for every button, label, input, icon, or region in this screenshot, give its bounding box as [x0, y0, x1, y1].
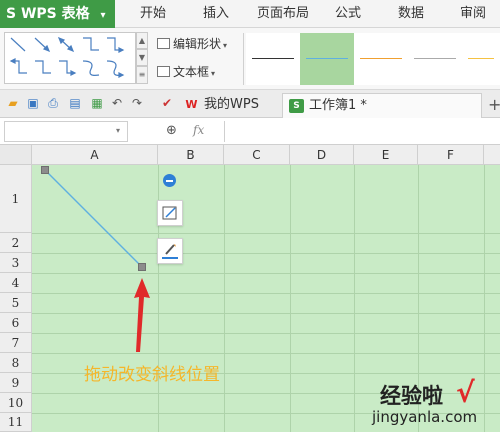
- line-start-handle[interactable]: [41, 166, 49, 174]
- menu-insert[interactable]: 插入: [193, 0, 239, 28]
- gridline: [32, 353, 500, 354]
- menu-page-layout[interactable]: 页面布局: [248, 0, 318, 28]
- export-icon[interactable]: ▦: [90, 96, 104, 110]
- collapse-icon[interactable]: [163, 174, 176, 187]
- tab-workbook[interactable]: S 工作簿1 *: [282, 93, 482, 118]
- wps-logo-icon: W: [185, 98, 198, 111]
- app-name: WPS 表格: [20, 6, 90, 22]
- line-style-blue-selected[interactable]: [300, 33, 354, 85]
- row-header-3[interactable]: 3: [0, 253, 32, 273]
- select-all-corner[interactable]: [0, 145, 32, 165]
- gridline: [290, 165, 291, 432]
- column-header-c[interactable]: C: [224, 145, 290, 165]
- app-menu-button[interactable]: S WPS 表格 ▾: [0, 0, 115, 28]
- chevron-down-icon[interactable]: ▾: [116, 126, 120, 135]
- edit-shape-icon: [157, 38, 170, 49]
- menu-formulas[interactable]: 公式: [325, 0, 371, 28]
- new-tab-button[interactable]: +: [488, 95, 500, 114]
- tab-my-wps[interactable]: W 我的WPS: [178, 93, 278, 118]
- annotation-text: 拖动改变斜线位置: [84, 365, 220, 385]
- text-box-icon: [157, 66, 170, 77]
- gridline: [32, 313, 500, 314]
- column-header-f[interactable]: F: [418, 145, 484, 165]
- shape-style-icon: [162, 206, 177, 220]
- column-header-g[interactable]: [484, 145, 500, 165]
- gridline: [224, 165, 225, 432]
- line-end-handle[interactable]: [138, 263, 146, 271]
- line-shape-gallery[interactable]: [4, 32, 136, 84]
- gridline: [354, 165, 355, 432]
- fx-icon[interactable]: fx: [193, 123, 204, 137]
- line-style-black[interactable]: [246, 33, 300, 85]
- gridline: [32, 233, 500, 234]
- sheet-logo-icon: S: [6, 6, 17, 22]
- row-header-6[interactable]: 6: [0, 313, 32, 333]
- line-shapes-icon: [9, 36, 125, 78]
- open-folder-icon[interactable]: ▰: [6, 96, 20, 110]
- print-preview-icon[interactable]: ▤: [68, 96, 82, 110]
- undo-icon[interactable]: ↶: [110, 96, 124, 110]
- row-header-9[interactable]: 9: [0, 373, 32, 393]
- menu-home[interactable]: 开始: [130, 0, 176, 28]
- gridline: [32, 253, 500, 254]
- edit-shape-button[interactable]: 编辑形状 ▾: [157, 34, 227, 54]
- sheet-file-icon: S: [289, 99, 304, 113]
- line-style-orange[interactable]: [354, 33, 408, 85]
- column-header-d[interactable]: D: [290, 145, 354, 165]
- chevron-down-icon: ▾: [211, 69, 216, 78]
- row-header-5[interactable]: 5: [0, 293, 32, 313]
- line-style-yellow[interactable]: [462, 33, 500, 85]
- checkmark-icon: √: [456, 376, 475, 409]
- column-header-b[interactable]: B: [158, 145, 224, 165]
- chevron-down-icon: ▾: [223, 41, 228, 50]
- save-icon[interactable]: ▣: [26, 96, 40, 110]
- column-header-e[interactable]: E: [354, 145, 418, 165]
- shape-style-button[interactable]: [157, 200, 183, 226]
- row-header-1[interactable]: 1: [0, 165, 32, 233]
- print-icon[interactable]: ⎙: [46, 96, 60, 110]
- row-header-2[interactable]: 2: [0, 233, 32, 253]
- menu-review[interactable]: 审阅: [450, 0, 496, 28]
- formula-input[interactable]: [224, 121, 500, 142]
- chevron-down-icon: ▾: [100, 10, 106, 21]
- zoom-icon[interactable]: ⊕: [166, 123, 177, 138]
- row-header-11[interactable]: 11: [0, 413, 32, 432]
- gridline: [32, 273, 500, 274]
- gridline: [32, 333, 500, 334]
- ribbon-divider: [243, 33, 244, 85]
- gridline: [484, 165, 485, 432]
- text-box-button[interactable]: 文本框 ▾: [157, 62, 215, 82]
- gallery-scroll-up[interactable]: ▲: [136, 32, 148, 49]
- watermark-url: jingyanla.com: [372, 408, 478, 426]
- shape-fill-button[interactable]: [157, 238, 183, 264]
- row-header-10[interactable]: 10: [0, 393, 32, 413]
- column-header-a[interactable]: A: [32, 145, 158, 165]
- gallery-expand[interactable]: ≡: [136, 66, 148, 84]
- gridline: [32, 293, 500, 294]
- row-header-7[interactable]: 7: [0, 333, 32, 353]
- gallery-scroll-down[interactable]: ▼: [136, 49, 148, 66]
- shape-fill-icon: [162, 244, 178, 259]
- format-painter-icon[interactable]: ✔: [160, 96, 174, 110]
- watermark-title: 经验啦: [380, 384, 443, 408]
- row-header-4[interactable]: 4: [0, 273, 32, 293]
- name-box[interactable]: [4, 121, 128, 142]
- menu-data[interactable]: 数据: [388, 0, 434, 28]
- redo-icon[interactable]: ↷: [130, 96, 144, 110]
- row-header-8[interactable]: 8: [0, 353, 32, 373]
- line-style-gray[interactable]: [408, 33, 462, 85]
